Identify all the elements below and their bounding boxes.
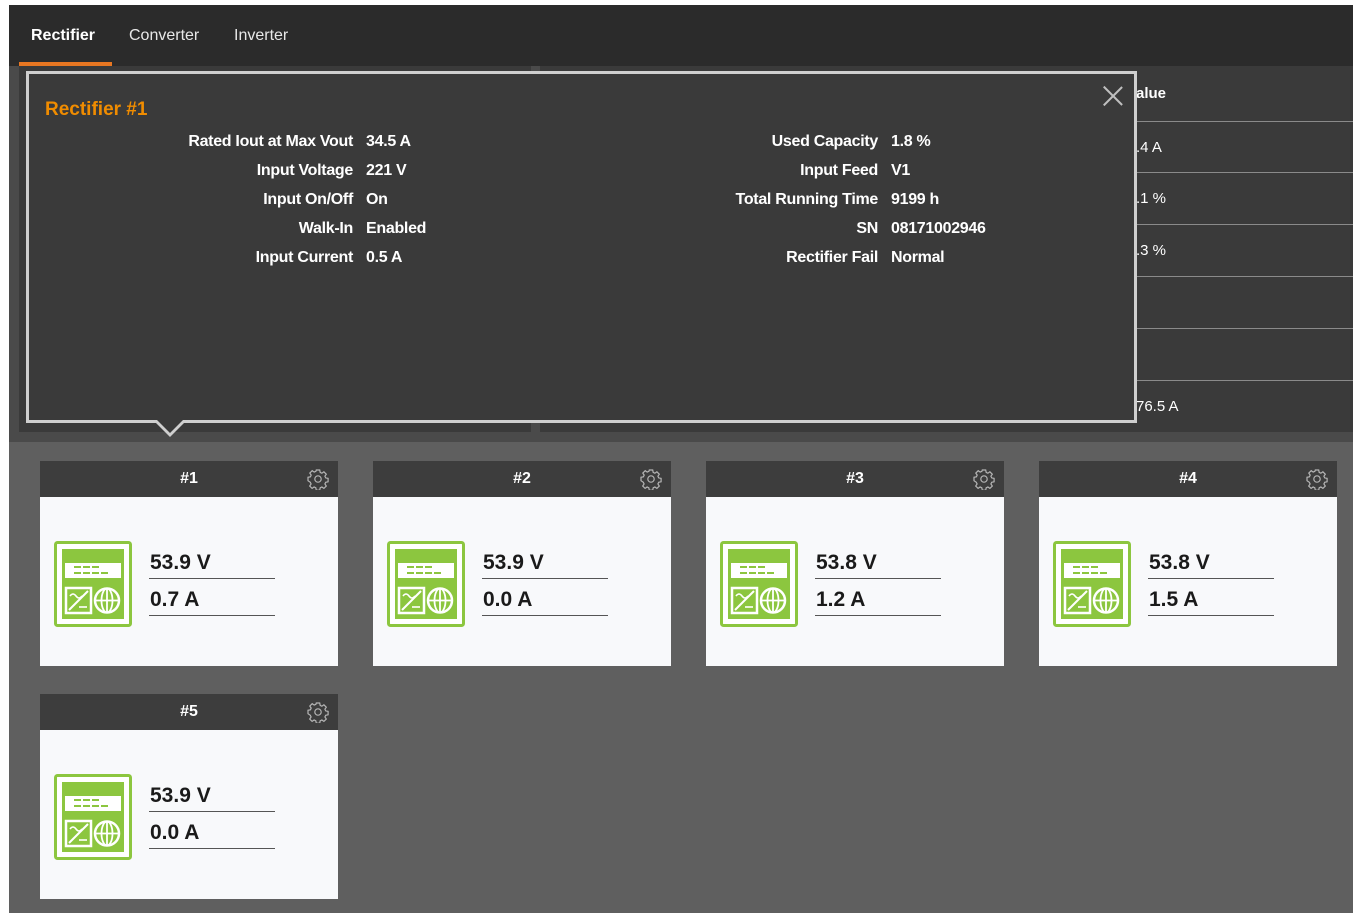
table-divider [1136, 172, 1353, 173]
table-divider [1136, 380, 1353, 381]
table-cell: .3 % [1136, 242, 1167, 259]
gear-icon[interactable] [1306, 468, 1328, 490]
card-title: #1 [180, 470, 198, 487]
output-voltage: 53.8 V [1149, 551, 1210, 574]
divider [815, 578, 941, 579]
divider [149, 615, 275, 616]
field-value: 34.5 A [366, 133, 411, 150]
divider [1148, 615, 1274, 616]
popup-title: Rectifier #1 [45, 99, 148, 120]
table-divider [1136, 276, 1353, 277]
table-divider [1136, 121, 1353, 122]
app-window: Rectifier Converter Inverter alue .4 A .… [9, 5, 1353, 913]
rectifier-module-icon [387, 541, 465, 627]
divider [815, 615, 941, 616]
output-voltage: 53.9 V [483, 551, 544, 574]
rectifier-card[interactable]: #3 53.8 V 1.2 A [706, 461, 1004, 666]
field-label: Input Feed [800, 162, 878, 179]
rectifier-card[interactable]: #5 53.9 V 0.0 A [40, 694, 338, 899]
output-current: 0.7 A [150, 588, 200, 611]
field-label: Rectifier Fail [786, 249, 878, 266]
tab-bar: Rectifier Converter Inverter [9, 5, 1353, 66]
tab-inverter[interactable]: Inverter [234, 27, 288, 45]
output-current: 0.0 A [150, 821, 200, 844]
field-value: 0.5 A [366, 249, 403, 266]
rectifier-card[interactable]: #4 53.8 V 1.5 A [1039, 461, 1337, 666]
divider [149, 578, 275, 579]
rectifier-detail-popup: Rectifier #1 Rated Iout at Max Vout 34.5… [26, 71, 1137, 423]
table-cell: .1 % [1136, 190, 1167, 207]
divider [482, 615, 608, 616]
output-voltage: 53.9 V [150, 551, 211, 574]
card-header: #5 [40, 694, 338, 730]
field-label: SN [856, 220, 878, 237]
rectifier-module-icon [1053, 541, 1131, 627]
rectifier-module-icon [54, 774, 132, 860]
card-header: #4 [1039, 461, 1337, 497]
field-value: 1.8 % [891, 133, 931, 150]
field-value: Normal [891, 249, 945, 266]
card-header: #2 [373, 461, 671, 497]
card-body: 53.9 V 0.0 A [40, 730, 338, 899]
field-value: V1 [891, 162, 910, 179]
rectifier-module-icon [54, 541, 132, 627]
card-title: #4 [1179, 470, 1197, 487]
gear-icon[interactable] [307, 468, 329, 490]
field-value: Enabled [366, 220, 427, 237]
divider [149, 848, 275, 849]
rectifier-card[interactable]: #2 53.9 V 0.0 A [373, 461, 671, 666]
gear-icon[interactable] [973, 468, 995, 490]
output-voltage: 53.9 V [150, 784, 211, 807]
card-header: #3 [706, 461, 1004, 497]
card-title: #3 [846, 470, 864, 487]
divider [149, 811, 275, 812]
rectifier-module-icon [720, 541, 798, 627]
rectifier-card[interactable]: #1 53.9 V 0.7 A [40, 461, 338, 666]
tab-converter[interactable]: Converter [129, 27, 199, 45]
output-voltage: 53.8 V [816, 551, 877, 574]
field-label: Input Voltage [256, 162, 354, 179]
field-label: Rated Iout at Max Vout [188, 133, 353, 150]
output-current: 1.5 A [1149, 588, 1199, 611]
field-value: 221 V [366, 162, 407, 179]
gear-icon[interactable] [640, 468, 662, 490]
field-value: 08171002946 [891, 220, 986, 237]
card-title: #2 [513, 470, 531, 487]
divider [482, 578, 608, 579]
field-label: Input Current [255, 249, 354, 266]
card-header: #1 [40, 461, 338, 497]
field-label: Total Running Time [735, 191, 879, 208]
field-value: 9199 h [891, 191, 940, 208]
popup-pointer-fill [156, 419, 184, 433]
field-value: On [366, 191, 388, 208]
output-current: 0.0 A [483, 588, 533, 611]
table-cell: 76.5 A [1136, 398, 1179, 415]
field-label: Walk-In [298, 220, 354, 237]
field-label: Used Capacity [771, 133, 879, 150]
values-column-header: alue [1136, 85, 1167, 102]
field-label: Input On/Off [263, 191, 353, 208]
card-body: 53.8 V 1.2 A [706, 497, 1004, 666]
card-title: #5 [180, 703, 198, 720]
table-divider [1136, 224, 1353, 225]
table-divider [1136, 328, 1353, 329]
gear-icon[interactable] [307, 701, 329, 723]
card-body: 53.8 V 1.5 A [1039, 497, 1337, 666]
output-current: 1.2 A [816, 588, 866, 611]
card-body: 53.9 V 0.0 A [373, 497, 671, 666]
card-body: 53.9 V 0.7 A [40, 497, 338, 666]
divider [1148, 578, 1274, 579]
tab-rectifier[interactable]: Rectifier [31, 27, 95, 45]
table-cell: .4 A [1136, 139, 1162, 156]
close-icon[interactable] [1102, 85, 1124, 107]
